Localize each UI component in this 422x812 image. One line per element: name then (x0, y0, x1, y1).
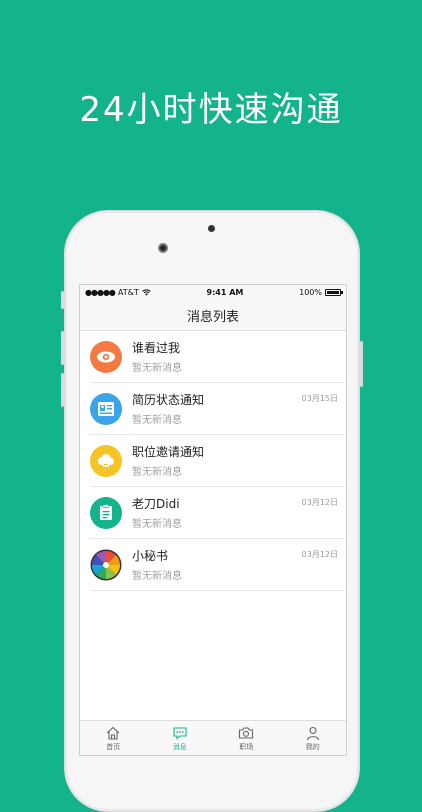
wifi-icon (142, 289, 151, 296)
message-date: 03月12日 (301, 498, 338, 507)
phone-frame: ●●●●● AT&T 9:41 AM 100% 消息列表 谁看过我 暂无新消息 (61, 210, 363, 812)
list-item[interactable]: 小秘书 暂无新消息 03月12日 (90, 539, 346, 591)
color-wheel-icon (90, 548, 122, 581)
clock: 9:41 AM (206, 288, 244, 297)
list-item[interactable]: 简历状态通知 暂无新消息 03月15日 (90, 383, 346, 435)
volume-down-button (61, 373, 64, 407)
message-title: 职位邀请通知 (132, 444, 205, 459)
status-bar: ●●●●● AT&T 9:41 AM 100% (80, 285, 346, 300)
phone-screen: ●●●●● AT&T 9:41 AM 100% 消息列表 谁看过我 暂无新消息 (79, 284, 347, 756)
cloud-icon (90, 444, 122, 477)
message-subtitle: 暂无新消息 (132, 518, 182, 530)
signal-icon: ●●●●● (85, 288, 116, 297)
message-subtitle: 暂无新消息 (132, 414, 182, 426)
message-icon (173, 726, 187, 740)
list-item[interactable]: 职位邀请通知 暂无新消息 (90, 435, 346, 487)
resume-card-icon (90, 392, 122, 425)
tab-label: 我的 (305, 742, 320, 751)
list-item[interactable]: 谁看过我 暂无新消息 (90, 331, 346, 383)
home-icon (106, 726, 120, 740)
message-list: 谁看过我 暂无新消息 简历状态通知 暂无新消息 03月15日 职位邀请通知 暂无… (80, 331, 346, 591)
tab-label: 首页 (106, 742, 121, 751)
message-subtitle: 暂无新消息 (132, 466, 182, 478)
message-date: 03月15日 (301, 394, 338, 403)
front-camera-icon (158, 243, 168, 253)
tab-label: 消息 (172, 742, 187, 751)
battery-percent: 100% (299, 288, 322, 297)
eye-icon (90, 340, 122, 373)
sensor-dot (208, 225, 215, 232)
mute-switch (61, 291, 64, 309)
message-subtitle: 暂无新消息 (132, 362, 182, 374)
tab-label: 职场 (239, 742, 254, 751)
nav-bar: 消息列表 (80, 300, 346, 331)
power-button (360, 341, 363, 387)
volume-up-button (61, 331, 64, 365)
user-icon (306, 726, 319, 740)
carrier-label: AT&T (117, 288, 139, 297)
message-subtitle: 暂无新消息 (132, 570, 182, 582)
clipboard-icon (90, 496, 122, 529)
headline: 24小时快速沟通 (79, 90, 343, 130)
page-title: 消息列表 (186, 309, 239, 325)
message-title: 谁看过我 (132, 340, 181, 355)
list-item[interactable]: 老刀Didi 暂无新消息 03月12日 (90, 487, 346, 539)
camera-icon (239, 726, 254, 739)
message-date: 03月12日 (301, 550, 338, 559)
battery-icon (325, 289, 343, 296)
